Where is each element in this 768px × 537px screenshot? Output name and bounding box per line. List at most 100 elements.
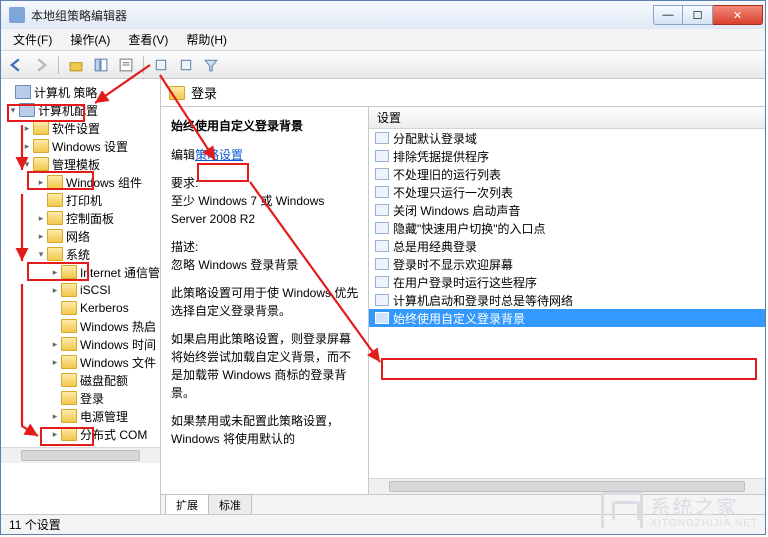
close-button[interactable]: ✕ <box>713 5 763 25</box>
list-column-header[interactable]: 设置 <box>369 107 765 129</box>
tree-system[interactable]: ▾系统 <box>3 245 160 263</box>
policy-title: 始终使用自定义登录背景 <box>171 117 360 134</box>
titlebar: 本地组策略编辑器 — ☐ ✕ <box>1 1 765 29</box>
desc-text3: 如果启用此策略设置，则登录屏幕将始终尝试加载自定义背景，而不是加载带 Windo… <box>171 330 360 402</box>
tree-windows-settings[interactable]: ▸Windows 设置 <box>3 137 160 155</box>
toolbar <box>1 51 765 79</box>
list-item[interactable]: 始终使用自定义登录背景 <box>369 309 765 327</box>
tree-printers[interactable]: 打印机 <box>3 191 160 209</box>
filter1-button[interactable] <box>150 54 172 76</box>
up-button[interactable] <box>65 54 87 76</box>
tree-windows-hot[interactable]: Windows 热启 <box>3 317 160 335</box>
policy-icon <box>375 204 389 216</box>
tree-windows-file[interactable]: ▸Windows 文件 <box>3 353 160 371</box>
tree-kerberos[interactable]: Kerberos <box>3 299 160 317</box>
back-button[interactable] <box>5 54 27 76</box>
folder-icon <box>61 301 77 315</box>
list-item[interactable]: 不处理旧的运行列表 <box>369 165 765 183</box>
tree-hscroll[interactable] <box>1 447 160 463</box>
statusbar: 11 个设置 <box>1 514 765 534</box>
tree-logon[interactable]: 登录 <box>3 389 160 407</box>
policy-icon <box>375 258 389 270</box>
menu-help[interactable]: 帮助(H) <box>178 29 235 50</box>
tree-admin-templates[interactable]: ▾管理模板 <box>3 155 160 173</box>
menu-file[interactable]: 文件(F) <box>5 29 60 50</box>
policy-icon <box>375 240 389 252</box>
path-header: 登录 <box>161 79 765 107</box>
folder-icon <box>61 283 77 297</box>
desc-text4: 如果禁用或未配置此策略设置，Windows 将使用默认的 <box>171 412 360 448</box>
computer-icon <box>19 103 35 117</box>
tree-internet-comm[interactable]: ▸Internet 通信管 <box>3 263 160 281</box>
tree-windows-components[interactable]: ▸Windows 组件 <box>3 173 160 191</box>
list-item[interactable]: 在用户登录时运行这些程序 <box>369 273 765 291</box>
tree-iscsi[interactable]: ▸iSCSI <box>3 281 160 299</box>
list-item[interactable]: 隐藏"快速用户切换"的入口点 <box>369 219 765 237</box>
properties-button[interactable] <box>115 54 137 76</box>
list-item-label: 关闭 Windows 启动声音 <box>393 202 520 219</box>
tree-root[interactable]: 计算机 策略 <box>3 83 160 101</box>
tab-extended[interactable]: 扩展 <box>165 494 209 514</box>
list-item-label: 不处理只运行一次列表 <box>393 184 513 201</box>
req-label: 要求: <box>171 176 198 190</box>
policy-icon <box>375 276 389 288</box>
list-item[interactable]: 总是用经典登录 <box>369 237 765 255</box>
list-item-label: 不处理旧的运行列表 <box>393 166 501 183</box>
status-text: 11 个设置 <box>9 516 61 533</box>
policy-icon <box>375 294 389 306</box>
list-hscroll[interactable] <box>369 478 765 494</box>
forward-button[interactable] <box>30 54 52 76</box>
tree-windows-time[interactable]: ▸Windows 时间 <box>3 335 160 353</box>
list-item-label: 登录时不显示欢迎屏幕 <box>393 256 513 273</box>
filter2-button[interactable] <box>175 54 197 76</box>
folder-icon <box>33 139 49 153</box>
folder-icon <box>169 86 185 100</box>
folder-icon <box>33 121 49 135</box>
show-tree-button[interactable] <box>90 54 112 76</box>
app-icon <box>9 7 25 23</box>
tree-software-settings[interactable]: ▸软件设置 <box>3 119 160 137</box>
tree-dcom[interactable]: ▸分布式 COM <box>3 425 160 443</box>
settings-list[interactable]: 分配默认登录域排除凭据提供程序不处理旧的运行列表不处理只运行一次列表关闭 Win… <box>369 129 765 478</box>
list-item-label: 隐藏"快速用户切换"的入口点 <box>393 220 546 237</box>
list-item[interactable]: 不处理只运行一次列表 <box>369 183 765 201</box>
filter-funnel-button[interactable] <box>200 54 222 76</box>
tree-computer-config[interactable]: ▾计算机配置 <box>3 101 160 119</box>
desc-text2: 此策略设置可用于使 Windows 优先选择自定义登录背景。 <box>171 284 360 320</box>
req-text: 至少 Windows 7 或 Windows Server 2008 R2 <box>171 194 324 226</box>
folder-icon <box>61 427 77 441</box>
menu-view[interactable]: 查看(V) <box>120 29 176 50</box>
list-item[interactable]: 分配默认登录域 <box>369 129 765 147</box>
folder-icon <box>61 391 77 405</box>
edit-policy-link[interactable]: 策略设置 <box>195 148 243 162</box>
list-item-label: 在用户登录时运行这些程序 <box>393 274 537 291</box>
maximize-button[interactable]: ☐ <box>683 5 713 25</box>
tree-control-panel[interactable]: ▸控制面板 <box>3 209 160 227</box>
folder-icon <box>33 157 49 171</box>
menu-action[interactable]: 操作(A) <box>62 29 118 50</box>
list-item[interactable]: 登录时不显示欢迎屏幕 <box>369 255 765 273</box>
tabs-strip: 扩展 标准 <box>161 494 765 514</box>
tree-pane[interactable]: 计算机 策略 ▾计算机配置 ▸软件设置 ▸Windows 设置 ▾管理模板 ▸W… <box>1 79 161 514</box>
desc-label: 描述: <box>171 240 198 254</box>
list-item[interactable]: 关闭 Windows 启动声音 <box>369 201 765 219</box>
list-item-label: 总是用经典登录 <box>393 238 477 255</box>
minimize-button[interactable]: — <box>653 5 683 25</box>
list-item[interactable]: 计算机启动和登录时总是等待网络 <box>369 291 765 309</box>
window-title: 本地组策略编辑器 <box>31 7 653 24</box>
list-item[interactable]: 排除凭据提供程序 <box>369 147 765 165</box>
tab-standard[interactable]: 标准 <box>208 494 252 514</box>
folder-icon <box>61 337 77 351</box>
policy-icon <box>375 150 389 162</box>
tree-disk-quota[interactable]: 磁盘配额 <box>3 371 160 389</box>
tree-network[interactable]: ▸网络 <box>3 227 160 245</box>
list-item-label: 始终使用自定义登录背景 <box>393 310 525 327</box>
folder-icon <box>47 229 63 243</box>
menubar: 文件(F) 操作(A) 查看(V) 帮助(H) <box>1 29 765 51</box>
tree-power-mgmt[interactable]: ▸电源管理 <box>3 407 160 425</box>
policy-icon <box>375 312 389 324</box>
policy-icon <box>375 186 389 198</box>
policy-icon <box>375 132 389 144</box>
folder-icon <box>61 355 77 369</box>
description-pane: 始终使用自定义登录背景 编辑策略设置 要求:至少 Windows 7 或 Win… <box>161 107 369 494</box>
